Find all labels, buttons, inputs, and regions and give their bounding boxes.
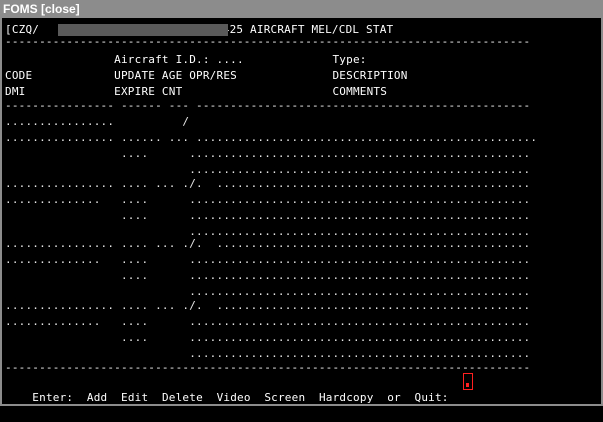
hardcopy-command[interactable]: Hardcopy: [319, 391, 374, 404]
record-1-line-1[interactable]: ................ /: [5, 114, 189, 130]
command-input[interactable]: .: [463, 373, 473, 390]
quit-command[interactable]: Quit:: [415, 391, 449, 404]
column-rule: ---------------- ------ --- ------------…: [5, 99, 531, 112]
record-3-line-3[interactable]: .... ...................................…: [5, 268, 530, 284]
window-title[interactable]: FOMS [close]: [0, 0, 603, 18]
column-headers-1: CODE UPDATE AGE OPR/RES DESCRIPTION: [5, 69, 408, 82]
video-command[interactable]: Video: [217, 391, 251, 404]
add-command[interactable]: Add: [87, 391, 107, 404]
command-menu: Enter: Add Edit Delete Video Screen Hard…: [5, 374, 449, 404]
terminal-screen: [CZQ/] 425 AIRCRAFT MEL/CDL STAT -------…: [0, 18, 603, 406]
redacted-id-field: [58, 24, 228, 36]
input-cursor: [466, 383, 469, 387]
record-4-line-1[interactable]: ................ .... ... ./. ..........…: [5, 298, 530, 314]
record-2-line-2[interactable]: .............. .... ....................…: [5, 192, 530, 208]
record-2-line-1[interactable]: ................ .... ... ./. ..........…: [5, 176, 530, 192]
screen-command[interactable]: Screen: [264, 391, 305, 404]
record-3-line-2[interactable]: .............. .... ....................…: [5, 252, 530, 268]
record-1-line-3[interactable]: .... ...................................…: [5, 146, 530, 162]
command-prompt: Enter:: [32, 391, 74, 404]
record-4-line-2[interactable]: .............. .... ....................…: [5, 314, 530, 330]
edit-command[interactable]: Edit: [121, 391, 148, 404]
record-2-line-3[interactable]: .... ...................................…: [5, 208, 530, 224]
record-3-line-1[interactable]: ................ .... ... ./. ..........…: [5, 236, 530, 252]
or-text: or: [387, 391, 401, 404]
record-4-line-3[interactable]: .... ...................................…: [5, 330, 530, 346]
aircraft-id-row: Aircraft I.D.: .... Type:: [5, 53, 367, 66]
header-separator: ----------------------------------------…: [5, 35, 531, 48]
delete-command[interactable]: Delete: [162, 391, 203, 404]
record-1-line-2[interactable]: ................ ...... ... ............…: [5, 130, 537, 146]
